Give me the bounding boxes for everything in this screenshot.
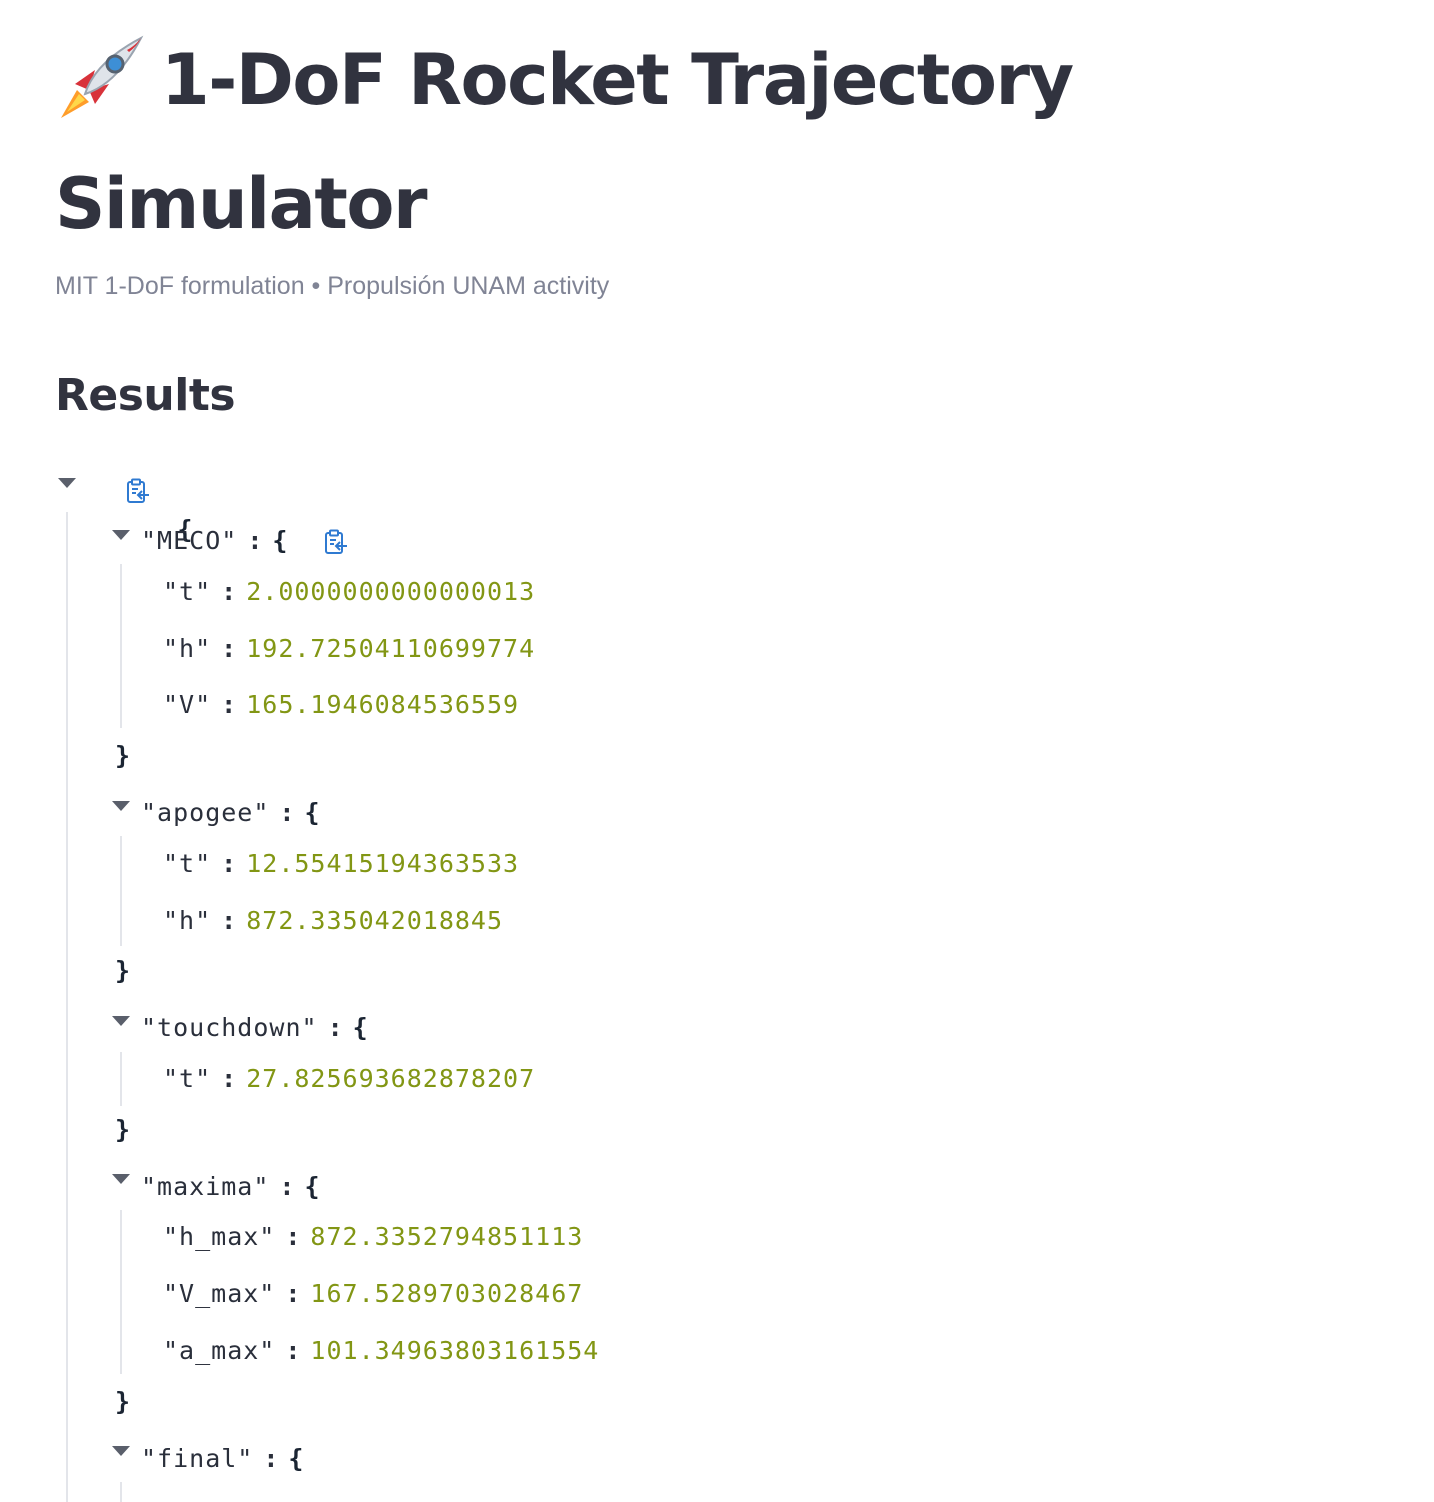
apogee-row: "apogee": { [141,793,320,833]
rocket-icon [55,32,147,152]
touchdown-t-row: "t":27.825693682878207 [163,1059,535,1099]
maxima-vmax-value: 167.5289703028467 [310,1279,584,1308]
touchdown-t-key: "t" [163,1064,212,1093]
meco-close-brace: } [115,741,131,770]
apogee-h-row: "h":872.335042018845 [163,901,503,941]
meco-h-row: "h":192.72504110699774 [163,629,535,669]
final-key: "final" [141,1444,254,1473]
touchdown-t-value: 27.825693682878207 [246,1064,536,1093]
meco-close-row: } [115,736,130,776]
apogee-t-key: "t" [163,849,212,878]
maxima-row: "maxima": { [141,1167,320,1207]
meco-key: "MECO" [141,526,238,555]
apogee-key: "apogee" [141,798,270,827]
meco-v-row: "V":165.1946084536559 [163,685,519,725]
meco-t-key: "t" [163,577,212,606]
maxima-key: "maxima" [141,1172,270,1201]
final-open-brace: { [288,1444,304,1473]
maxima-vmax-row: "V_max":167.5289703028467 [163,1274,583,1314]
colon: : [221,1064,237,1093]
colon: : [247,526,263,555]
page-caption: MIT 1-DoF formulation • Propulsión UNAM … [55,272,610,300]
final-collapse-toggle[interactable] [112,1446,130,1456]
maxima-hmax-row: "h_max":872.3352794851113 [163,1217,583,1257]
touchdown-close-brace: } [115,1115,131,1144]
meco-t-row: "t":2.0000000000000013 [163,572,535,612]
maxima-open-brace: { [304,1172,320,1201]
apogee-collapse-toggle[interactable] [112,801,130,811]
colon: : [285,1279,301,1308]
root-guide-line [66,512,68,1502]
meco-t-value: 2.0000000000000013 [246,577,536,606]
colon: : [263,1444,279,1473]
meco-h-value: 192.72504110699774 [246,634,536,663]
apogee-open-brace: { [304,798,320,827]
touchdown-open-brace: { [352,1013,368,1042]
page-title: 1-DoF Rocket Trajectory Simulator [55,28,1255,256]
maxima-hmax-key: "h_max" [163,1222,276,1251]
meco-row: "MECO": { [141,521,287,561]
apogee-h-key: "h" [163,906,212,935]
apogee-close-row: } [115,951,130,991]
apogee-h-value: 872.335042018845 [246,906,504,935]
touchdown-row: "touchdown": { [141,1008,368,1048]
copy-root-icon[interactable] [125,478,151,506]
touchdown-guide-line [120,1052,122,1106]
colon: : [221,849,237,878]
root-collapse-toggle[interactable] [58,478,76,488]
meco-v-value: 165.1946084536559 [246,690,520,719]
apogee-guide-line [120,836,122,946]
colon: : [221,906,237,935]
final-guide-line [120,1482,122,1502]
maxima-close-brace: } [115,1387,131,1416]
colon: : [327,1013,343,1042]
colon: : [221,577,237,606]
meco-open-brace: { [272,526,288,555]
touchdown-collapse-toggle[interactable] [112,1016,130,1026]
maxima-close-row: } [115,1382,130,1422]
colon: : [285,1336,301,1365]
colon: : [279,1172,295,1201]
maxima-hmax-value: 872.3352794851113 [310,1222,584,1251]
meco-h-key: "h" [163,634,212,663]
apogee-close-brace: } [115,956,131,985]
json-viewer: { "MECO":{ "t":2.0000000000000013 "h":19… [55,470,1355,1502]
final-row: "final": { [141,1439,303,1479]
apogee-t-value: 12.55415194363533 [246,849,520,878]
touchdown-close-row: } [115,1110,130,1150]
maxima-vmax-key: "V_max" [163,1279,276,1308]
colon: : [285,1222,301,1251]
page-title-text: 1-DoF Rocket Trajectory Simulator [55,39,1074,245]
maxima-amax-key: "a_max" [163,1336,276,1365]
maxima-collapse-toggle[interactable] [112,1174,130,1184]
meco-v-key: "V" [163,690,212,719]
colon: : [279,798,295,827]
maxima-amax-row: "a_max":101.34963803161554 [163,1331,599,1371]
apogee-t-row: "t":12.55415194363533 [163,844,519,884]
colon: : [221,690,237,719]
touchdown-key: "touchdown" [141,1013,318,1042]
results-heading: Results [55,370,236,421]
maxima-guide-line [120,1210,122,1374]
maxima-amax-value: 101.34963803161554 [310,1336,600,1365]
copy-meco-icon[interactable] [323,529,349,557]
meco-collapse-toggle[interactable] [112,530,130,540]
colon: : [221,634,237,663]
